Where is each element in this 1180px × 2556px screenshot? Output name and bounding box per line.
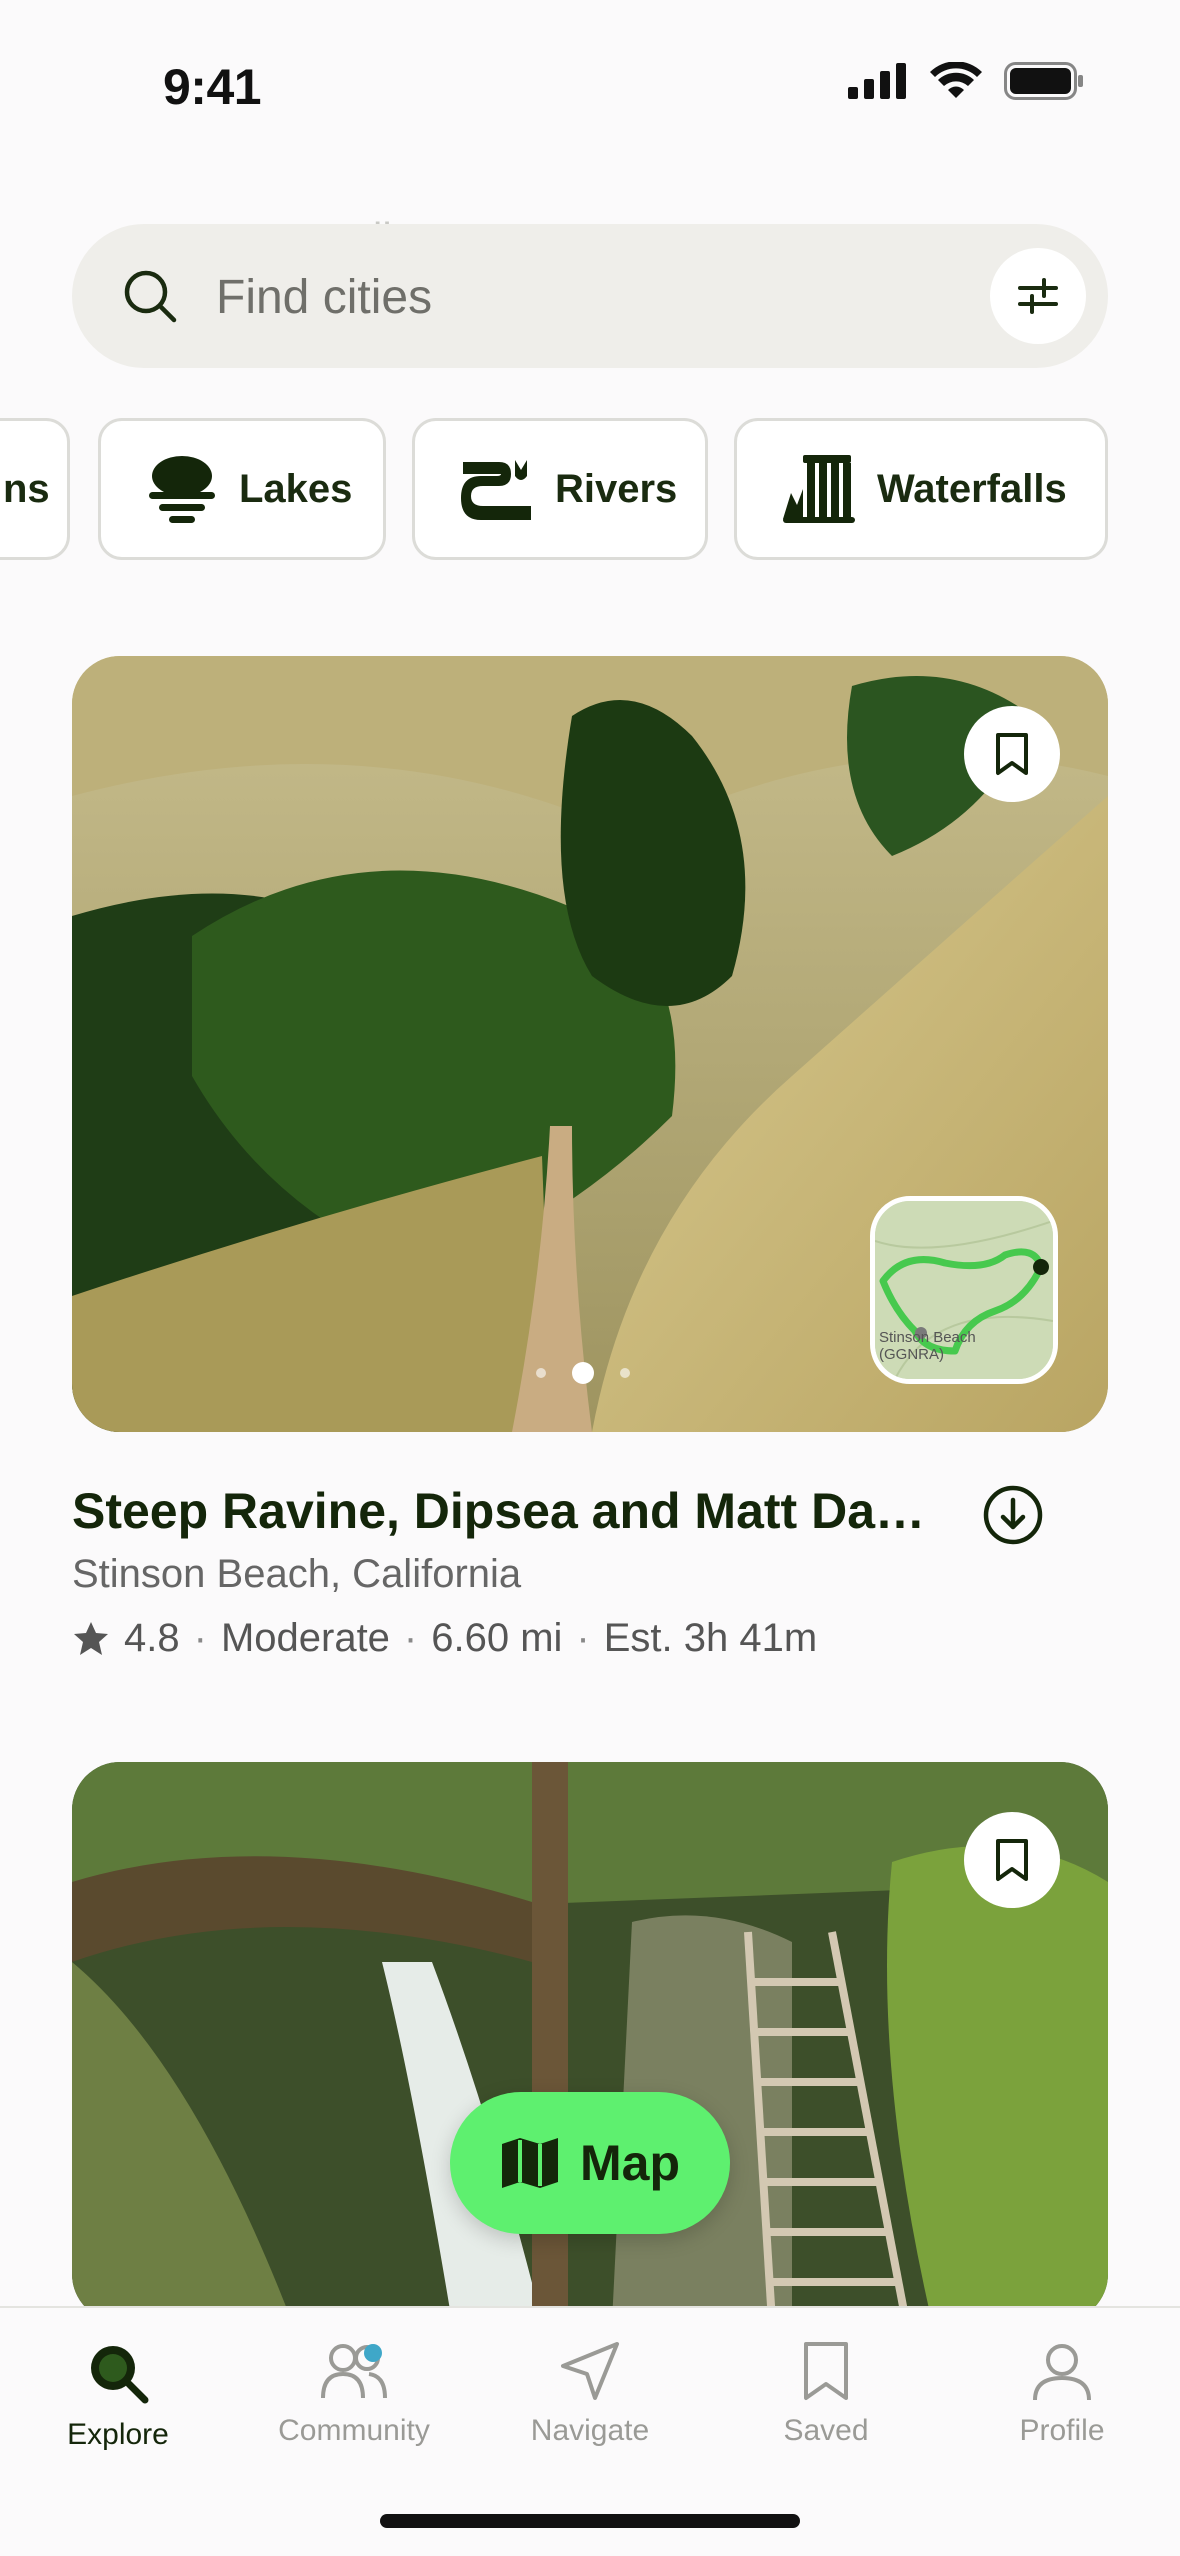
download-button[interactable] [982,1484,1044,1551]
map-button[interactable]: Map [450,2092,730,2234]
home-indicator [380,2514,800,2528]
waterfall-icon [781,453,857,525]
photo-pagination [536,1362,630,1384]
bookmark-icon [996,733,1028,775]
pagination-dot [536,1368,546,1378]
status-icons [848,62,1084,100]
bookmark-button[interactable] [964,1812,1060,1908]
bookmark-icon [804,2342,848,2400]
river-icon [459,454,535,524]
trail-map-thumbnail[interactable]: Stinson Beach (GGNRA) [870,1196,1058,1384]
pagination-dot-active [572,1362,594,1384]
search-icon [124,270,177,323]
tab-label: Navigate [530,2414,650,2447]
sliders-icon [1018,278,1058,314]
star-icon [74,1621,108,1655]
separator: · [193,1616,207,1660]
tab-profile[interactable]: Profile [944,2308,1180,2488]
trail-photo-second-image [72,1762,1108,2322]
trail-title[interactable]: Steep Ravine, Dipsea and Matt Davis… [72,1482,952,1540]
trail-distance: 6.60 mi [431,1616,563,1660]
tab-saved[interactable]: Saved [708,2308,944,2488]
search-input[interactable]: Find cities [216,270,432,325]
category-chips: ns Lakes Rivers Waterfalls [0,418,1180,560]
map-icon [502,2138,558,2188]
trail-rating: 4.8 [124,1616,180,1660]
download-icon [983,1485,1043,1545]
chip-lakes[interactable]: Lakes [98,418,386,560]
chip-mountains[interactable]: ns [0,418,70,560]
chip-label: Rivers [555,466,678,511]
tab-community[interactable]: Community [236,2308,472,2488]
chip-rivers[interactable]: Rivers [412,418,708,560]
bookmark-icon [996,1839,1028,1881]
tab-label: Community [278,2414,430,2447]
profile-icon [1033,2344,1091,2401]
trail-meta: 4.8 · Moderate · 6.60 mi · Est. 3h 41m [72,1616,817,1661]
trail-difficulty: Moderate [220,1616,390,1660]
chip-waterfalls[interactable]: Waterfalls [734,418,1108,560]
trail-estimate: Est. 3h 41m [603,1616,818,1660]
trail-location: Stinson Beach, California [72,1552,522,1596]
status-time: 9:41 [163,59,262,115]
tab-label: Saved [783,2414,869,2447]
pagination-dot [620,1368,630,1378]
search-bar[interactable]: Find cities [72,224,1108,368]
wifi-icon [930,62,982,98]
map-thumbnail-label: Stinson Beach (GGNRA) [879,1329,976,1363]
tab-label: Profile [1019,2414,1105,2447]
filter-button[interactable] [990,248,1086,344]
explore-icon [91,2346,149,2404]
map-button-label: Map [580,2135,680,2191]
tab-label: Explore [67,2418,169,2451]
separator: · [403,1616,418,1660]
chip-label: ns [3,466,50,511]
separator: · [576,1616,590,1660]
trail-photo-second[interactable] [72,1762,1108,2322]
lake-icon [145,454,219,524]
navigate-icon [561,2342,619,2400]
battery-icon [1004,62,1083,100]
cellular-signal-icon [848,63,906,99]
bookmark-button[interactable] [964,706,1060,802]
tab-explore[interactable]: Explore [0,2308,236,2488]
notification-badge [364,2344,382,2362]
chip-label: Waterfalls [877,466,1067,511]
tab-navigate[interactable]: Navigate [472,2308,708,2488]
chip-label: Lakes [239,466,353,511]
